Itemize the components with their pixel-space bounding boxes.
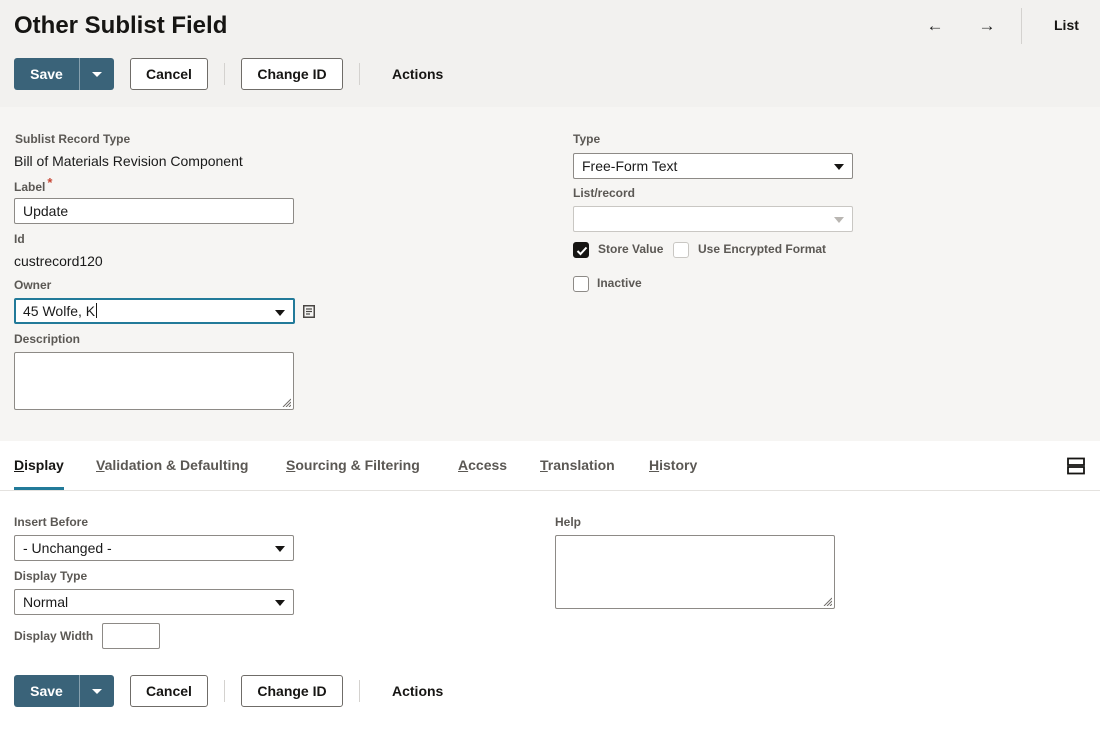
tab-display-key: D [14,457,25,473]
insert-before-select[interactable]: - Unchanged - [14,535,294,561]
toolbar-divider [359,680,360,702]
caret-down-icon [834,164,844,170]
tab-validation-defaulting[interactable]: Validation & Defaulting [96,457,248,473]
store-value-checkbox[interactable] [573,242,589,258]
change-id-button-bottom[interactable]: Change ID [241,675,343,707]
display-width-input[interactable] [102,623,160,649]
display-type-label: Display Type [14,569,88,583]
tab-display-rest: isplay [24,457,64,473]
toolbar-divider [359,63,360,85]
help-label: Help [555,515,582,529]
tab-display[interactable]: Display [14,457,64,473]
tab-validation-key: V [96,457,105,473]
store-value-label: Store Value [598,242,664,256]
inactive-label: Inactive [597,276,642,290]
tab-sourcing-filtering[interactable]: Sourcing & Filtering [286,457,420,473]
cancel-button-bottom[interactable]: Cancel [130,675,208,707]
tab-access-rest: ccess [468,457,508,473]
label-field-label: Label * [14,175,52,194]
label-field-label-text: Label [14,180,46,194]
tab-history-key: H [649,457,660,473]
type-select-value: Free-Form Text [582,158,678,174]
save-split-button: Save [14,58,114,90]
tab-validation-rest: alidation & Defaulting [104,457,249,473]
owner-select[interactable]: 45 Wolfe, K [14,298,295,324]
tab-translation-rest: ranslation [547,457,615,473]
list-record-label: List/record [573,186,636,200]
resize-grip-icon[interactable] [281,397,291,407]
tab-translation-key: T [540,457,548,473]
save-menu-button-bottom[interactable] [80,675,114,707]
list-link[interactable]: List [1054,17,1079,33]
caret-down-icon [92,71,102,77]
tab-history[interactable]: History [649,457,697,473]
save-split-button-bottom: Save [14,675,114,707]
insert-before-value: - Unchanged - [23,540,112,556]
type-label: Type [573,132,601,146]
owner-label: Owner [14,278,52,292]
type-select[interactable]: Free-Form Text [573,153,853,179]
subtab-bar: Display Validation & Defaulting Sourcing… [0,441,1100,491]
change-id-button[interactable]: Change ID [241,58,343,90]
description-label: Description [14,332,81,346]
save-button-bottom[interactable]: Save [14,675,79,707]
id-field-label: Id [14,232,25,246]
caret-down-icon [275,546,285,552]
tab-access-key: A [458,457,469,473]
sublist-record-type-value: Bill of Materials Revision Component [14,153,243,169]
list-record-select [573,206,853,232]
stacked-layout-icon[interactable] [1067,457,1085,475]
required-marker: * [47,175,53,190]
toolbar-divider [224,680,225,702]
arrow-left-icon[interactable]: ← [923,14,947,38]
tab-translation[interactable]: Translation [540,457,615,473]
sublist-record-type-label: Sublist Record Type [15,132,131,146]
actions-menu[interactable]: Actions [392,58,443,90]
cancel-button[interactable]: Cancel [130,58,208,90]
top-toolbar: Save Cancel Change ID Actions [14,58,514,90]
save-button[interactable]: Save [14,58,79,90]
document-list-icon[interactable] [303,305,315,318]
description-textarea[interactable] [14,352,294,410]
display-type-select[interactable]: Normal [14,589,294,615]
actions-menu-bottom[interactable]: Actions [392,675,443,707]
active-tab-indicator [14,487,64,490]
resize-grip-icon[interactable] [822,596,832,606]
owner-select-value: 45 Wolfe, K [23,303,96,319]
insert-before-label: Insert Before [14,515,89,529]
page-title: Other Sublist Field [14,12,228,39]
caret-down-icon [92,688,102,694]
header-divider [1021,8,1022,44]
display-width-label: Display Width [14,629,94,643]
bottom-toolbar: Save Cancel Change ID Actions [14,675,514,707]
inactive-checkbox[interactable] [573,276,589,292]
caret-down-icon [275,600,285,606]
tab-history-rest: istory [659,457,698,473]
caret-down-icon [834,217,844,223]
display-type-value: Normal [23,594,69,610]
id-field-value: custrecord120 [14,253,103,269]
use-encrypted-format-checkbox[interactable] [673,242,689,258]
caret-down-icon [275,310,285,316]
use-encrypted-format-label: Use Encrypted Format [698,242,827,256]
toolbar-divider [224,63,225,85]
arrow-right-icon[interactable]: → [975,14,999,38]
tab-sourcing-rest: ourcing & Filtering [295,457,420,473]
checkmark-icon [576,246,588,256]
help-textarea[interactable] [555,535,835,609]
tab-access[interactable]: Access [458,457,507,473]
save-menu-button[interactable] [80,58,114,90]
label-input[interactable]: Update [14,198,294,224]
text-cursor [96,303,98,318]
tab-sourcing-key: S [286,457,296,473]
